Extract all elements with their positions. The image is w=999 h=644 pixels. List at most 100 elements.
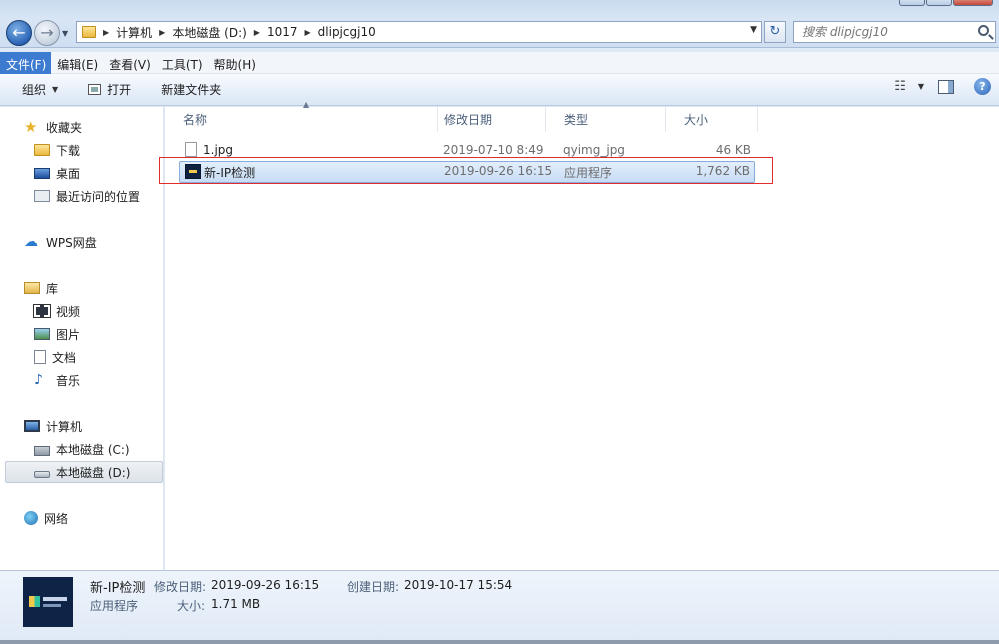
star-icon: ★ <box>24 118 38 136</box>
document-icon <box>34 350 46 364</box>
close-button[interactable] <box>953 0 993 6</box>
address-history-dropdown[interactable]: ▼ <box>750 25 757 35</box>
sidebar-label: 音乐 <box>56 373 81 388</box>
forward-arrow-icon: → <box>40 23 54 42</box>
sidebar-label: WPS网盘 <box>46 235 97 250</box>
command-bar: 组织 ▼ 打开 新建文件夹 ☷ ▼ ? <box>0 74 999 106</box>
refresh-button[interactable]: ↻ <box>764 21 786 43</box>
file-size: 46 KB <box>715 143 751 157</box>
sidebar-label: 计算机 <box>46 419 83 434</box>
chevron-down-icon: ▼ <box>52 85 59 94</box>
open-label: 打开 <box>107 83 132 97</box>
search-icon[interactable] <box>978 25 989 36</box>
sidebar-item-downloads[interactable]: 下载 <box>34 140 80 160</box>
sidebar-item-drive-d[interactable]: 本地磁盘 (D:) <box>5 461 163 483</box>
menu-tools[interactable]: 工具(T) <box>156 52 208 74</box>
column-type[interactable]: 类型 <box>546 107 666 132</box>
help-icon[interactable]: ? <box>974 78 991 95</box>
menu-view[interactable]: 查看(V) <box>103 52 156 74</box>
sidebar-label: 本地磁盘 (C:) <box>56 442 130 457</box>
maximize-button[interactable] <box>926 0 952 6</box>
system-drive-icon <box>34 445 50 456</box>
sidebar-item-network[interactable]: 网络 <box>24 508 68 528</box>
sidebar-item-favorites[interactable]: ★ 收藏夹 <box>24 117 82 137</box>
sidebar-item-wps-drive[interactable]: ☁ WPS网盘 <box>24 232 97 252</box>
new-folder-button[interactable]: 新建文件夹 <box>153 78 229 102</box>
menu-edit[interactable]: 编辑(E) <box>51 52 103 74</box>
back-arrow-icon: ← <box>12 23 26 42</box>
sidebar-label: 最近访问的位置 <box>56 189 141 204</box>
sidebar-label: 收藏夹 <box>46 120 83 135</box>
chevron-right-icon[interactable]: ▶ <box>103 28 109 37</box>
view-options-icon[interactable]: ☷ <box>894 79 906 94</box>
breadcrumb-computer[interactable]: 计算机 <box>116 24 152 41</box>
search-box[interactable] <box>793 21 996 43</box>
sidebar-item-recent-places[interactable]: 最近访问的位置 <box>34 186 140 206</box>
logo-mark <box>43 604 61 607</box>
pictures-icon <box>34 328 50 340</box>
video-icon <box>33 304 51 318</box>
sidebar-item-libraries[interactable]: 库 <box>24 278 58 298</box>
downloads-folder-icon <box>34 144 50 156</box>
preview-pane-icon[interactable] <box>938 79 954 94</box>
column-name[interactable]: 名称 <box>165 107 438 132</box>
file-type: qyimg_jpg <box>563 143 625 157</box>
folder-icon <box>82 26 96 38</box>
sidebar-item-music[interactable]: ♪ 音乐 <box>34 370 80 390</box>
sidebar-item-computer[interactable]: 计算机 <box>24 416 82 436</box>
sidebar-item-documents[interactable]: 文档 <box>34 347 76 367</box>
menu-help[interactable]: 帮助(H) <box>208 52 261 74</box>
file-name: 1.jpg <box>203 143 234 157</box>
file-thumbnail <box>23 577 73 627</box>
sidebar-label: 库 <box>46 281 59 296</box>
open-button[interactable]: 打开 <box>80 78 139 102</box>
view-dropdown-icon[interactable]: ▼ <box>918 82 924 91</box>
details-modified-label: 修改日期: <box>154 580 207 594</box>
details-created-label: 创建日期: <box>347 580 400 594</box>
sidebar-label: 图片 <box>56 327 81 342</box>
details-size-value: 1.71 MB <box>211 597 261 611</box>
back-button[interactable]: ← <box>6 20 32 46</box>
computer-icon <box>24 420 40 432</box>
sidebar-item-pictures[interactable]: 图片 <box>34 324 80 344</box>
details-pane: 新-IP检测 修改日期: 2019-09-26 16:15 创建日期: 2019… <box>0 570 999 644</box>
new-folder-label: 新建文件夹 <box>161 83 222 97</box>
breadcrumb-1017[interactable]: 1017 <box>267 25 298 39</box>
sidebar-item-videos[interactable]: 视频 <box>33 301 80 321</box>
recent-places-icon <box>34 190 50 202</box>
taskbar-edge <box>0 640 999 644</box>
drive-icon <box>34 470 50 478</box>
highlight-annotation-box <box>159 157 773 184</box>
address-bar[interactable]: ▶ 计算机 ▶ 本地磁盘 (D:) ▶ 1017 ▶ dlipjcgj10 ▼ <box>76 21 762 43</box>
breadcrumb-current-folder[interactable]: dlipjcgj10 <box>318 25 376 39</box>
details-size-label: 大小: <box>177 599 206 613</box>
window-caption-buttons <box>898 0 993 6</box>
chevron-right-icon[interactable]: ▶ <box>254 28 260 37</box>
file-modified: 2019-07-10 8:49 <box>443 143 544 157</box>
chevron-right-icon[interactable]: ▶ <box>159 28 165 37</box>
column-date-modified[interactable]: 修改日期 <box>426 107 546 132</box>
sidebar-label: 文档 <box>52 350 77 365</box>
recent-pages-dropdown[interactable]: ▼ <box>62 29 68 38</box>
search-input[interactable] <box>802 22 972 42</box>
music-note-icon: ♪ <box>34 372 43 388</box>
sidebar-item-desktop[interactable]: 桌面 <box>34 163 80 183</box>
navigation-pane: ★ 收藏夹 下载 桌面 最近访问的位置 ☁ WPS网盘 库 视频 图片 文档 ♪… <box>0 107 164 570</box>
sidebar-label: 本地磁盘 (D:) <box>56 465 131 480</box>
menu-file[interactable]: 文件(F) <box>0 52 52 74</box>
organize-button[interactable]: 组织 ▼ <box>14 78 66 102</box>
forward-button[interactable]: → <box>34 20 60 46</box>
sidebar-label: 桌面 <box>56 166 81 181</box>
network-icon <box>24 511 38 525</box>
breadcrumb-drive-d[interactable]: 本地磁盘 (D:) <box>172 24 246 41</box>
minimize-button[interactable] <box>899 0 925 6</box>
libraries-icon <box>24 282 40 294</box>
sort-ascending-icon: ▲ <box>303 100 310 109</box>
app-logo-icon <box>29 596 40 607</box>
menu-bar: 文件(F) 编辑(E) 查看(V) 工具(T) 帮助(H) <box>0 52 999 74</box>
sidebar-item-drive-c[interactable]: 本地磁盘 (C:) <box>34 439 130 459</box>
details-file-name: 新-IP检测 <box>90 581 146 596</box>
column-size[interactable]: 大小 <box>666 107 758 132</box>
chevron-right-icon[interactable]: ▶ <box>305 28 311 37</box>
details-file-type: 应用程序 <box>90 599 139 613</box>
